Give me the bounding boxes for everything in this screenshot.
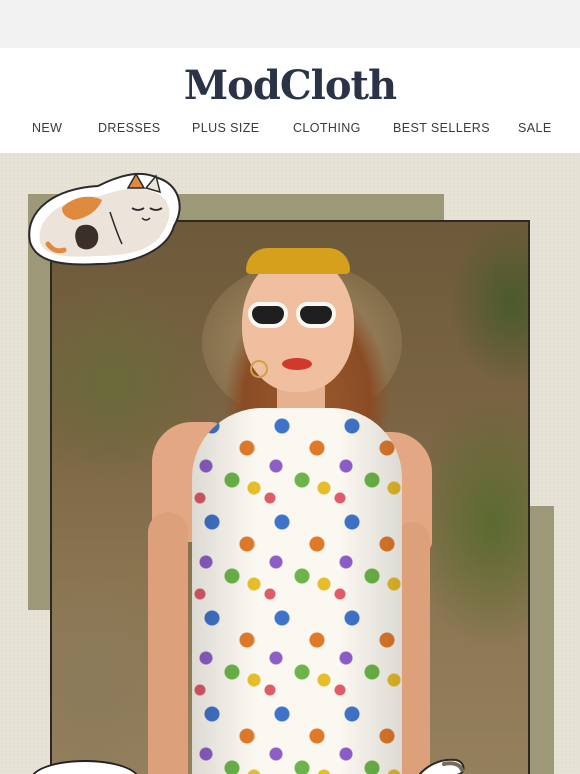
modcloth-logo[interactable]: ModCloth <box>0 62 580 109</box>
header: ModCloth NEW DRESSES PLUS SIZE CLOTHING … <box>0 48 580 153</box>
hoop-earring <box>250 360 268 378</box>
white-sunglasses <box>248 302 336 332</box>
nav-item-new[interactable]: NEW <box>32 121 62 135</box>
main-nav: NEW DRESSES PLUS SIZE CLOTHING BEST SELL… <box>0 121 580 141</box>
frame-accent-right <box>528 506 554 774</box>
nav-item-clothing[interactable]: CLOTHING <box>293 121 361 135</box>
sunglasses-lens-left <box>248 302 288 328</box>
dress-shading <box>192 408 402 774</box>
sleeping-cat-icon <box>28 172 181 266</box>
model-arm-left <box>148 512 188 774</box>
sunglasses-lens-right <box>296 302 336 328</box>
hero-photo[interactable] <box>50 220 530 774</box>
model-lips <box>282 358 312 370</box>
nav-item-sale[interactable]: SALE <box>518 121 552 135</box>
cat-tail-sticker-icon <box>418 758 465 774</box>
yellow-headband <box>246 248 350 274</box>
nav-item-best-sellers[interactable]: BEST SELLERS <box>393 121 490 135</box>
nav-item-plus-size[interactable]: PLUS SIZE <box>192 121 260 135</box>
top-strip <box>0 0 580 48</box>
nav-item-dresses[interactable]: DRESSES <box>98 121 161 135</box>
